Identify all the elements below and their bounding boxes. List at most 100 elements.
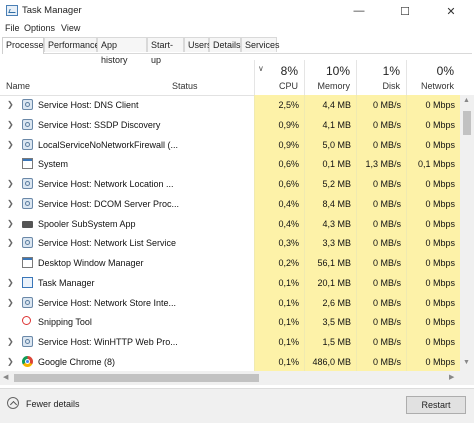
memory-label: Memory <box>317 81 350 91</box>
maximize-button[interactable]: ☐ <box>382 0 428 22</box>
table-row[interactable]: ❯ Service Host: Network Location ... 0,6% 5… <box>0 174 460 194</box>
table-row[interactable]: Desktop Window Manager 0,2% 56,1 MB 0 MB/s 0… <box>0 253 460 273</box>
process-name: Task Manager <box>38 277 95 288</box>
menu-bar: File Options View <box>0 22 474 36</box>
chevron-right-icon[interactable]: ❯ <box>7 120 14 129</box>
disk-cell: 0 MB/s <box>356 114 406 135</box>
scroll-up-icon[interactable]: ▲ <box>463 97 470 104</box>
column-memory[interactable]: 10% Memory <box>304 60 356 95</box>
process-name: Service Host: DCOM Server Proc... <box>38 198 180 209</box>
cpu-cell: 0,1% <box>254 292 304 313</box>
cpu-cell: 0,4% <box>254 193 304 214</box>
chevron-right-icon[interactable]: ❯ <box>7 219 14 228</box>
menu-view[interactable]: View <box>61 23 80 33</box>
scroll-left-icon[interactable]: ◀ <box>3 373 8 381</box>
column-network[interactable]: 0% Network <box>406 60 460 95</box>
chevron-right-icon[interactable]: ❯ <box>7 100 14 109</box>
table-row[interactable]: ❯ LocalServiceNoNetworkFirewall (... 0,9% 5… <box>0 134 460 155</box>
disk-cell: 0 MB/s <box>356 332 406 352</box>
column-name[interactable]: Name <box>6 81 30 91</box>
cpu-cell: 0,1% <box>254 312 304 333</box>
network-cell: 0 Mbps <box>406 292 460 313</box>
column-disk[interactable]: 1% Disk <box>356 60 406 95</box>
table-row[interactable]: ❯ Service Host: Network List Service 0,3% 3… <box>0 233 460 254</box>
table-row[interactable]: System 0,6% 0,1 MB 1,3 MB/s 0,1 Mbps <box>0 154 460 175</box>
cpu-cell: 0,1% <box>254 272 304 293</box>
cpu-cell: 0,9% <box>254 114 304 135</box>
cpu-cell: 0,6% <box>254 154 304 175</box>
process-name: Google Chrome (8) <box>38 356 116 367</box>
menu-file[interactable]: File <box>5 23 20 33</box>
cpu-cell: 0,2% <box>254 253 304 273</box>
network-cell: 0 Mbps <box>406 332 460 352</box>
memory-cell: 1,5 MB <box>304 332 356 352</box>
memory-cell: 4,1 MB <box>304 114 356 135</box>
process-name: Service Host: Network Store Inte... <box>38 297 177 308</box>
scroll-down-icon[interactable]: ▼ <box>463 359 470 366</box>
chevron-right-icon[interactable]: ❯ <box>7 357 14 366</box>
disk-cell: 0 MB/s <box>356 213 406 234</box>
table-row[interactable]: ❯ Service Host: SSDP Discovery 0,9% 4,1 MB 0… <box>0 114 460 135</box>
column-status[interactable]: Status <box>172 81 198 91</box>
chevron-right-icon[interactable]: ❯ <box>7 278 14 287</box>
table-row[interactable]: ❯ Service Host: Network Store Inte... 0,1%… <box>0 292 460 313</box>
horizontal-scrollbar[interactable]: ◀ ▶ <box>0 371 460 385</box>
table-row[interactable]: ❯ Service Host: WinHTTP Web Pro... 0,1% 1,5… <box>0 332 460 352</box>
table-row[interactable]: Snipping Tool 0,1% 3,5 MB 0 MB/s 0 Mbps <box>0 312 460 333</box>
table-row[interactable]: ❯ Service Host: DCOM Server Proc... 0,4% 8,… <box>0 193 460 214</box>
chevron-right-icon[interactable]: ❯ <box>7 199 14 208</box>
memory-cell: 8,4 MB <box>304 193 356 214</box>
network-cell: 0 Mbps <box>406 312 460 333</box>
horizontal-scroll-thumb[interactable] <box>14 374 259 382</box>
scroll-right-icon[interactable]: ▶ <box>449 373 454 381</box>
minimize-button[interactable]: — <box>336 0 382 22</box>
tab-users[interactable]: Users <box>184 37 212 52</box>
process-name: Spooler SubSystem App <box>38 218 136 229</box>
table-row[interactable]: ❯ Spooler SubSystem App 0,4% 4,3 MB 0 MB/s 0 … <box>0 213 460 234</box>
disk-cell: 0 MB/s <box>356 174 406 194</box>
task-manager-icon <box>6 5 18 16</box>
table-row[interactable]: ❯ Google Chrome (8) 0,1% 486,0 MB 0 MB/s 0 Mb… <box>0 351 460 371</box>
fewer-details-link[interactable]: Fewer details <box>26 399 80 409</box>
table-row[interactable]: ❯ Service Host: DNS Client 2,5% 4,4 MB 0 MB/… <box>0 95 460 115</box>
chrome-icon <box>22 355 33 367</box>
disk-cell: 0 MB/s <box>356 193 406 214</box>
memory-cell: 0,1 MB <box>304 154 356 175</box>
vertical-scroll-thumb[interactable] <box>463 111 471 135</box>
restart-button[interactable]: Restart <box>406 396 466 414</box>
footer-bar: Fewer details Restart <box>0 388 474 423</box>
chevron-right-icon[interactable]: ❯ <box>7 140 14 149</box>
cpu-cell: 0,1% <box>254 332 304 352</box>
tab-performance[interactable]: Performance <box>44 37 100 52</box>
chevron-right-icon[interactable]: ❯ <box>7 238 14 247</box>
gear-icon <box>22 138 33 150</box>
network-cell: 0 Mbps <box>406 174 460 194</box>
network-cell: 0 Mbps <box>406 351 460 371</box>
cpu-cell: 0,9% <box>254 134 304 155</box>
disk-cell: 0 MB/s <box>356 134 406 155</box>
chevron-right-icon[interactable]: ❯ <box>7 179 14 188</box>
chevron-up-circle-icon[interactable] <box>7 397 19 409</box>
gear-icon <box>22 237 33 249</box>
process-name: Snipping Tool <box>38 317 92 328</box>
process-name: Service Host: Network List Service <box>38 238 177 249</box>
tab-start-up[interactable]: Start-up <box>147 37 184 65</box>
memory-cell: 2,6 MB <box>304 292 356 313</box>
tab-details[interactable]: Details <box>209 37 241 52</box>
vertical-scrollbar[interactable]: ▲ ▼ <box>460 95 474 371</box>
tab-app-history[interactable]: App history <box>97 37 147 65</box>
tab-bar: Processes Performance App history Start-… <box>2 37 472 65</box>
gear-icon <box>22 296 33 308</box>
chevron-right-icon[interactable]: ❯ <box>7 298 14 307</box>
tab-services[interactable]: Services <box>241 37 280 52</box>
network-cell: 0 Mbps <box>406 233 460 254</box>
cpu-label: CPU <box>278 81 298 91</box>
tab-processes[interactable]: Processes <box>2 37 48 54</box>
column-cpu[interactable]: 8% CPU <box>254 60 304 95</box>
gear-icon <box>22 99 33 110</box>
table-row[interactable]: ❯ Task Manager 0,1% 20,1 MB 0 MB/s 0 Mbps <box>0 272 460 293</box>
menu-options[interactable]: Options <box>24 23 55 33</box>
chevron-right-icon[interactable]: ❯ <box>7 337 14 346</box>
network-total: 0% <box>436 64 454 78</box>
close-button[interactable]: ✕ <box>428 0 474 22</box>
